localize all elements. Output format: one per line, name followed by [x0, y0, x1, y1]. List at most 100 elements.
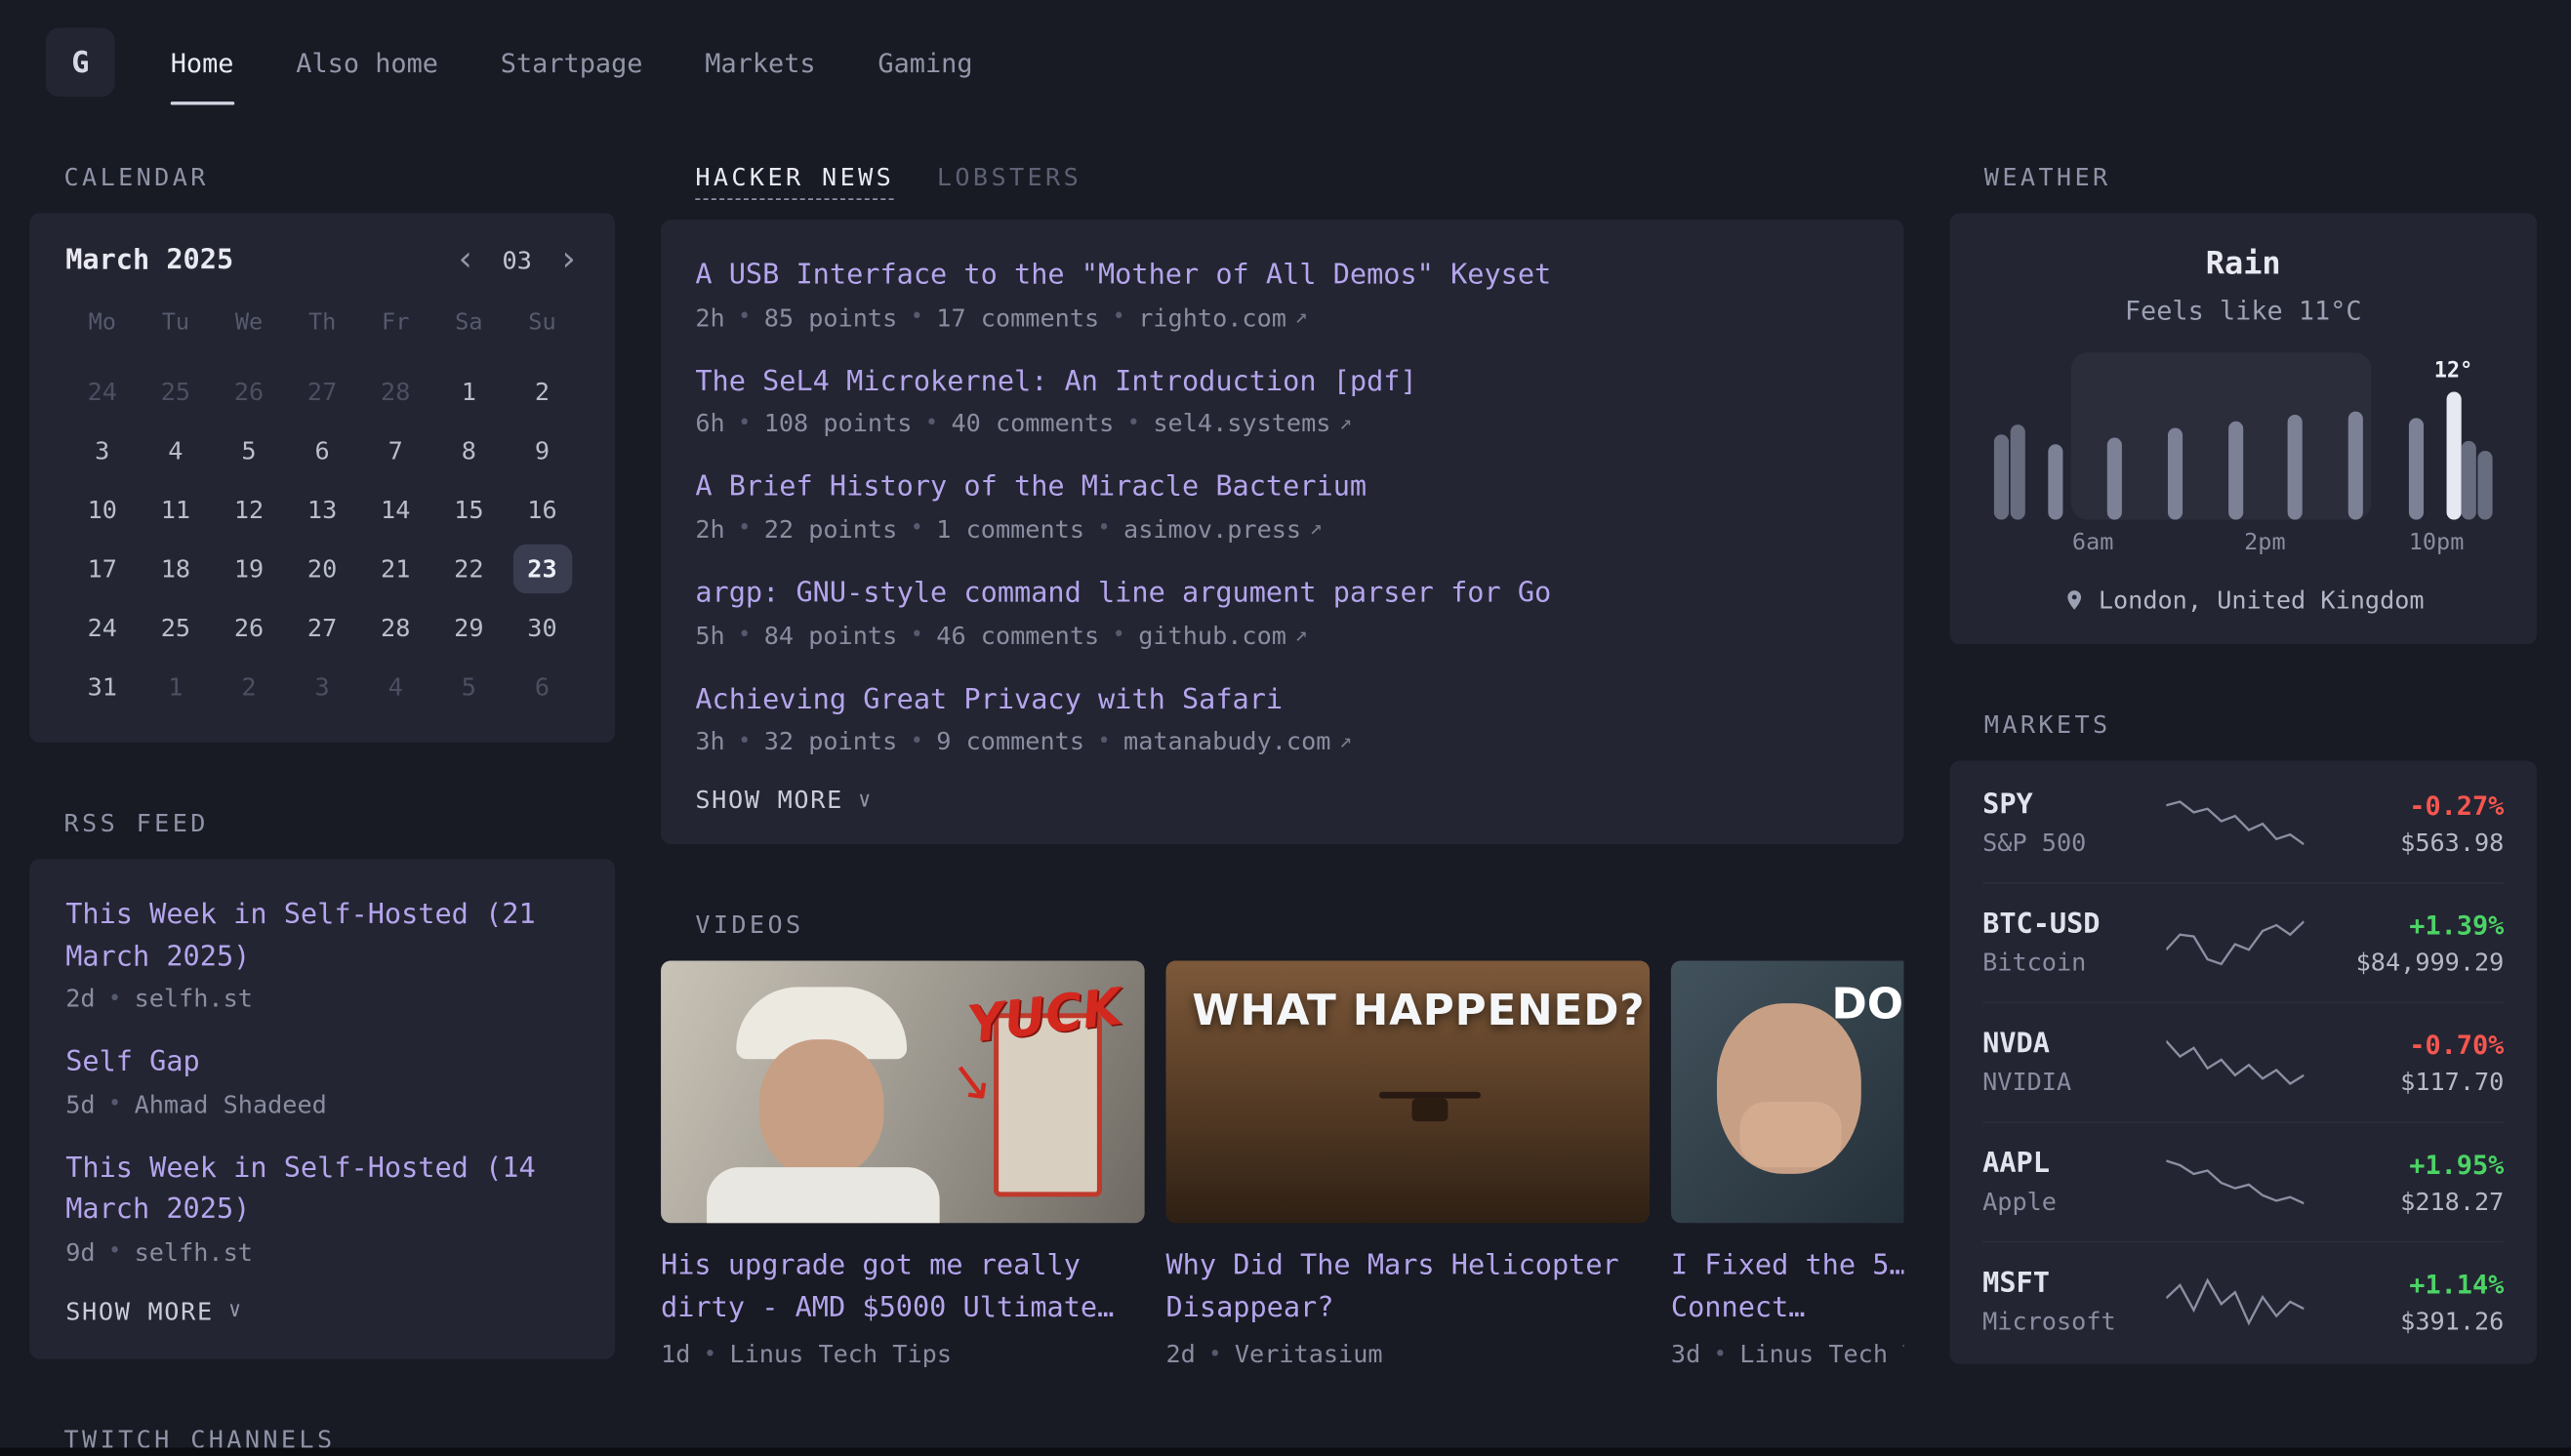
weather-feels-like: Feels like 11°C: [2125, 295, 2362, 326]
hn-story-link[interactable]: A Brief History of the Miracle Bacterium: [695, 467, 1869, 507]
external-link-icon: ↗: [1294, 305, 1307, 330]
rss-item-age: 5d: [65, 1089, 95, 1118]
calendar-day: 9: [512, 426, 571, 475]
market-price: $563.98: [2310, 828, 2504, 857]
nav-tab[interactable]: Markets: [705, 0, 815, 125]
hn-story-comments: 9 comments: [936, 727, 1084, 756]
calendar-nav: ‹ 03 ›: [455, 243, 579, 277]
video-thumbnail[interactable]: YUCK ↘: [661, 961, 1145, 1224]
hn-story-domain-link[interactable]: sel4.systems ↗: [1153, 409, 1352, 438]
hn-story-link[interactable]: The SeL4 Microkernel: An Introduction [p…: [695, 362, 1869, 402]
video-thumbnail[interactable]: WHAT HAPPENED?: [1165, 961, 1650, 1224]
calendar-day: 14: [366, 485, 425, 534]
market-name: Bitcoin: [1982, 948, 2159, 977]
calendar-day: 16: [512, 485, 571, 534]
video-title-link[interactable]: Why Did The Mars Helicopter Disappear?: [1165, 1246, 1650, 1330]
rss-item-link[interactable]: This Week in Self-Hosted (21 March 2025): [65, 895, 579, 979]
hn-story-link[interactable]: argp: GNU-style command line argument pa…: [695, 574, 1869, 614]
thumbnail-face-placeholder: [759, 1039, 884, 1177]
nav-tab[interactable]: Startpage: [501, 0, 643, 125]
video-meta: 1d • Linus Tech Tips: [661, 1340, 1145, 1369]
weather-hour-bar: [2326, 352, 2385, 519]
rss-item-link[interactable]: This Week in Self-Hosted (14 March 2025): [65, 1149, 579, 1233]
hn-story-domain: righto.com: [1138, 303, 1286, 332]
weather-bar: [1994, 434, 2009, 519]
bullet-separator: •: [738, 517, 751, 542]
weather-hour-bar: [2145, 352, 2204, 519]
market-row[interactable]: MSFT Microsoft +1.14% $391.26: [1982, 1242, 2504, 1360]
video-card[interactable]: YUCK ↘ His upgrade got me really dirty -…: [661, 961, 1145, 1369]
nav-tab[interactable]: Home: [171, 0, 234, 125]
video-card[interactable]: DO I Fixed the 5… Power Connect… 3d • Li…: [1671, 961, 1904, 1369]
rss-item: This Week in Self-Hosted (21 March 2025)…: [65, 895, 579, 1013]
app-logo[interactable]: G: [46, 28, 115, 98]
weather-axis-label: 6am: [2072, 530, 2113, 556]
hn-story-domain: github.com: [1138, 621, 1286, 650]
calendar-day: 12: [220, 485, 278, 534]
weather-hour-bar: 12°: [2446, 352, 2461, 519]
calendar-prev-icon[interactable]: ‹: [455, 243, 475, 277]
rss-item: This Week in Self-Hosted (14 March 2025)…: [65, 1149, 579, 1267]
video-card[interactable]: WHAT HAPPENED? Why Did The Mars Helicopt…: [1165, 961, 1650, 1369]
calendar-next-icon[interactable]: ›: [558, 243, 579, 277]
bullet-separator: •: [738, 305, 751, 330]
rss-item-meta: 2d • selfh.st: [65, 984, 579, 1013]
hn-story-domain-link[interactable]: asimov.press ↗: [1123, 514, 1323, 544]
calendar-day: 6: [512, 663, 571, 711]
weather-bar: [2168, 427, 2183, 519]
nav-tab[interactable]: Also home: [296, 0, 438, 125]
market-row[interactable]: BTC-USD Bitcoin +1.39% $84,999.29: [1982, 884, 2504, 1004]
news-tab[interactable]: LOBSTERS: [937, 162, 1081, 200]
market-name: S&P 500: [1982, 828, 2159, 857]
nav-tab-label: Markets: [705, 47, 815, 78]
bullet-separator: •: [1714, 1342, 1727, 1366]
hn-story-domain-link[interactable]: righto.com ↗: [1138, 303, 1307, 332]
weather-hour-bar: [2477, 352, 2492, 519]
hn-show-more-button[interactable]: SHOW MORE ∨: [695, 786, 1869, 815]
calendar-weekday-row: MoTuWeThFrSaSu: [65, 294, 579, 346]
hn-story-domain-link[interactable]: github.com ↗: [1138, 621, 1307, 650]
market-symbol: SPY: [1982, 789, 2159, 822]
market-symbol: NVDA: [1982, 1028, 2159, 1061]
calendar-day: 17: [72, 545, 131, 593]
markets-section-title: MARKETS: [1984, 709, 2537, 739]
calendar-day: 6: [293, 426, 351, 475]
thumbnail-overlay-text: DO: [1832, 981, 1903, 1030]
calendar-month-number: 03: [503, 245, 532, 274]
market-id: SPY S&P 500: [1982, 789, 2159, 858]
market-sparkline: [2166, 795, 2304, 851]
market-quote: +1.14% $391.26: [2310, 1268, 2504, 1335]
video-title-link[interactable]: His upgrade got me really dirty - AMD $5…: [661, 1246, 1145, 1330]
market-change: +1.95%: [2310, 1149, 2504, 1180]
market-id: MSFT Microsoft: [1982, 1268, 2159, 1337]
hn-story: A USB Interface to the "Mother of All De…: [695, 256, 1869, 332]
nav-tab[interactable]: Gaming: [877, 0, 972, 125]
market-row[interactable]: AAPL Apple +1.95% $218.27: [1982, 1123, 2504, 1243]
external-link-icon: ↗: [1339, 411, 1352, 435]
hn-story-link[interactable]: A USB Interface to the "Mother of All De…: [695, 256, 1869, 296]
hn-story-link[interactable]: Achieving Great Privacy with Safari: [695, 679, 1869, 719]
bullet-separator: •: [738, 624, 751, 648]
video-thumbnail[interactable]: DO: [1671, 961, 1904, 1224]
market-row[interactable]: NVDA NVIDIA -0.70% $117.70: [1982, 1003, 2504, 1123]
calendar-day: 15: [439, 485, 498, 534]
rss-show-more-button[interactable]: SHOW MORE ∨: [65, 1296, 579, 1325]
hn-story-points: 32 points: [764, 727, 898, 756]
news-tab[interactable]: HACKER NEWS: [695, 162, 894, 200]
market-row[interactable]: SPY S&P 500 -0.27% $563.98: [1982, 764, 2504, 884]
market-sparkline: [2166, 1274, 2304, 1329]
rss-item-link[interactable]: Self Gap: [65, 1042, 579, 1084]
hn-story-comments: 17 comments: [936, 303, 1099, 332]
external-link-icon: ↗: [1294, 624, 1307, 648]
weather-hour-bar: [2265, 352, 2324, 519]
video-title-link[interactable]: I Fixed the 5… Power Connect…: [1671, 1246, 1904, 1330]
weekday-label: Fr: [359, 294, 432, 346]
weather-hour-bar: [2206, 352, 2265, 519]
market-price: $218.27: [2310, 1186, 2504, 1215]
weekday-label: We: [212, 294, 285, 346]
bottom-edge: [0, 1447, 2571, 1455]
videos-carousel: YUCK ↘ His upgrade got me really dirty -…: [661, 961, 1903, 1369]
hn-story-domain-link[interactable]: matanabudy.com ↗: [1123, 727, 1352, 756]
rss-item-source: Ahmad Shadeed: [135, 1089, 327, 1118]
bullet-separator: •: [738, 729, 751, 753]
